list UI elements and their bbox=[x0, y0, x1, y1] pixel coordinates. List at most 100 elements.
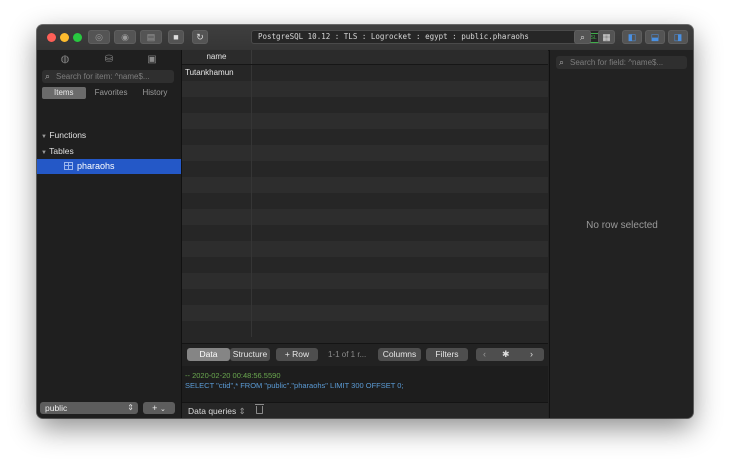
table-row[interactable] bbox=[182, 209, 548, 225]
console-line: -- 2020-02-20 00:48:56.5590 bbox=[185, 371, 281, 380]
item-search-input[interactable] bbox=[56, 71, 170, 82]
row-count: 1-1 of 1 r... bbox=[328, 350, 367, 359]
search-button[interactable]: ⌕ bbox=[574, 30, 591, 44]
disclosure-triangle-icon: ▼ bbox=[41, 134, 47, 140]
table-row[interactable] bbox=[182, 113, 548, 129]
table-row[interactable] bbox=[182, 129, 548, 145]
grid-icon: ▦ bbox=[602, 31, 611, 42]
lock-button[interactable]: ■ bbox=[168, 30, 184, 44]
sql-editor-button[interactable]: ▤ bbox=[140, 30, 162, 44]
column-divider bbox=[251, 65, 252, 81]
table-row[interactable] bbox=[182, 257, 548, 273]
add-row-button[interactable]: + Row bbox=[276, 348, 318, 361]
schema-value: public bbox=[45, 403, 68, 413]
empty-state-message: No row selected bbox=[586, 220, 658, 231]
schema-select[interactable]: public ⇕ bbox=[40, 402, 138, 414]
next-page-button[interactable]: › bbox=[530, 348, 533, 361]
column-divider bbox=[251, 257, 252, 273]
connection-address: PostgreSQL 10.12 : TLS : Logrocket : egy… bbox=[258, 32, 529, 41]
data-tab[interactable]: Data bbox=[187, 348, 230, 361]
table-row[interactable] bbox=[182, 145, 548, 161]
table-row[interactable]: Tutankhamun bbox=[182, 65, 548, 81]
toggle-right-panel-button[interactable]: ◨ bbox=[668, 30, 688, 44]
toggle-bottom-panel-button[interactable]: ⬓ bbox=[645, 30, 665, 44]
pagination-controls: ‹ ✱ › bbox=[476, 348, 544, 361]
search-icon: ⌕ bbox=[45, 71, 51, 81]
sidebar: ◍ ⛁ ▣ ⌕ Items Favorites History ▼ Functi… bbox=[37, 50, 182, 418]
trash-icon[interactable] bbox=[255, 404, 264, 414]
table-row[interactable] bbox=[182, 305, 548, 321]
column-header-row: name bbox=[182, 50, 548, 65]
table-row[interactable] bbox=[182, 81, 548, 97]
field-search: ⌕ bbox=[556, 56, 687, 69]
preview-button[interactable]: ◉ bbox=[114, 30, 136, 44]
lock-icon: ■ bbox=[173, 32, 179, 42]
table-row[interactable] bbox=[182, 97, 548, 113]
table-row[interactable] bbox=[182, 161, 548, 177]
table-row[interactable] bbox=[182, 177, 548, 193]
field-search-input[interactable] bbox=[570, 57, 684, 68]
database-plug-icon[interactable]: ◍ bbox=[58, 54, 72, 66]
column-divider bbox=[251, 321, 252, 337]
column-divider bbox=[251, 177, 252, 193]
query-filter-select[interactable]: Data queries ⇕ bbox=[188, 406, 246, 417]
gear-icon[interactable]: ✱ bbox=[502, 348, 510, 361]
column-divider bbox=[251, 273, 252, 289]
connection-toggle-button[interactable]: ◎ bbox=[88, 30, 110, 44]
column-divider bbox=[251, 209, 252, 225]
column-divider bbox=[251, 225, 252, 241]
tab-history[interactable]: History bbox=[136, 87, 173, 99]
left-panel-icon: ◧ bbox=[627, 31, 637, 42]
tables-section[interactable]: ▼ Tables bbox=[41, 144, 74, 158]
column-divider bbox=[251, 145, 252, 161]
item-search: ⌕ bbox=[42, 70, 174, 83]
sql-file-icon[interactable]: ▣ bbox=[145, 54, 159, 66]
sidebar-item-pharaohs[interactable]: pharaohs bbox=[37, 159, 181, 174]
close-window-button[interactable] bbox=[47, 33, 56, 42]
table-icon bbox=[64, 162, 73, 170]
filters-button[interactable]: Filters bbox=[426, 348, 468, 361]
eye-icon: ◉ bbox=[121, 31, 129, 42]
minimize-window-button[interactable] bbox=[60, 33, 69, 42]
add-label: + bbox=[152, 403, 158, 413]
refresh-button[interactable]: ↻ bbox=[192, 30, 208, 44]
chevron-down-icon: ⌄ bbox=[159, 406, 166, 413]
sidebar-tabs: Items Favorites History bbox=[42, 87, 173, 99]
table-row[interactable] bbox=[182, 225, 548, 241]
data-toolbar: Data Structure + Row 1-1 of 1 r... Colum… bbox=[182, 343, 548, 366]
structure-tab[interactable]: Structure bbox=[230, 348, 270, 361]
column-header-name[interactable]: name bbox=[182, 50, 252, 64]
table-row[interactable] bbox=[182, 241, 548, 257]
table-cell[interactable]: Tutankhamun bbox=[185, 65, 234, 81]
row-detail-panel: ⌕ No row selected bbox=[549, 50, 693, 418]
tab-items[interactable]: Items bbox=[42, 87, 86, 99]
connection-address-bar: PostgreSQL 10.12 : TLS : Logrocket : egy… bbox=[251, 30, 607, 44]
database-icon[interactable]: ⛁ bbox=[102, 54, 116, 66]
columns-button[interactable]: Columns bbox=[378, 348, 421, 361]
sidebar-icon-bar: ◍ ⛁ ▣ bbox=[37, 54, 181, 68]
column-divider bbox=[251, 193, 252, 209]
tables-label: Tables bbox=[49, 146, 74, 156]
column-divider bbox=[251, 113, 252, 129]
table-row[interactable] bbox=[182, 289, 548, 305]
table-row[interactable] bbox=[182, 321, 548, 337]
table-row[interactable] bbox=[182, 193, 548, 209]
column-divider bbox=[251, 97, 252, 113]
previous-page-button[interactable]: ‹ bbox=[483, 348, 486, 361]
console-bottom-bar: Data queries ⇕ bbox=[182, 402, 548, 418]
add-item-button[interactable]: + ⌄ bbox=[143, 402, 175, 414]
functions-section[interactable]: ▼ Functions bbox=[41, 128, 86, 142]
column-divider bbox=[251, 289, 252, 305]
column-divider bbox=[251, 81, 252, 97]
toggle-left-panel-button[interactable]: ◧ bbox=[622, 30, 642, 44]
data-view: name Tutankhamun Data Structure + Row 1-… bbox=[182, 50, 548, 418]
grid-button[interactable]: ▦ bbox=[598, 30, 615, 44]
table-row[interactable] bbox=[182, 273, 548, 289]
table-label: pharaohs bbox=[77, 161, 115, 171]
column-divider bbox=[251, 241, 252, 257]
sql-icon: ▤ bbox=[146, 31, 156, 42]
up-down-chevron-icon: ⇕ bbox=[127, 403, 134, 412]
zoom-window-button[interactable] bbox=[73, 33, 82, 42]
column-divider bbox=[251, 161, 252, 177]
tab-favorites[interactable]: Favorites bbox=[86, 87, 137, 99]
